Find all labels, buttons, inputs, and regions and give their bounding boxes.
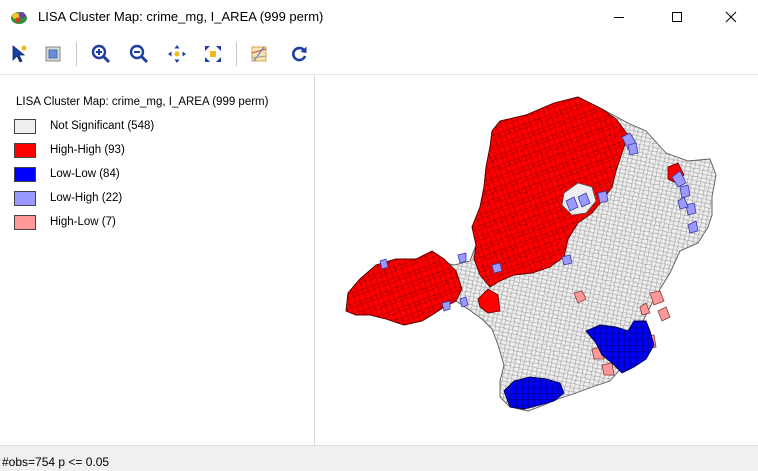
zoom-out-button[interactable]: [126, 41, 152, 67]
map-canvas[interactable]: [316, 75, 758, 445]
zoom-out-icon: [129, 44, 149, 64]
legend-label: High-Low (7): [50, 216, 116, 228]
legend-label: Low-Low (84): [50, 168, 120, 180]
basemap-icon: [251, 46, 267, 62]
close-button[interactable]: [708, 0, 754, 34]
geoda-app-icon: [9, 8, 29, 26]
legend-item-low-low[interactable]: Low-Low (84): [14, 167, 304, 185]
cluster-map[interactable]: [316, 75, 758, 445]
legend-item-not-significant[interactable]: Not Significant (548): [14, 119, 304, 137]
select-arrow-icon: [12, 45, 27, 63]
legend-swatch: [14, 167, 36, 182]
map-toolbar: [0, 34, 758, 75]
refresh-icon: [292, 46, 307, 62]
legend-swatch: [14, 191, 36, 206]
legend-label: Not Significant (548): [50, 120, 155, 132]
legend-title: LISA Cluster Map: crime_mg, I_AREA (999 …: [16, 96, 269, 108]
minimize-icon: [614, 17, 624, 18]
zoom-in-button[interactable]: [88, 41, 114, 67]
legend-swatch: [14, 119, 36, 134]
selectable-fill-icon: [45, 46, 61, 62]
pan-icon: [168, 45, 186, 63]
status-text: #obs=754 p <= 0.05: [2, 455, 110, 469]
minimize-button[interactable]: [596, 0, 642, 34]
fit-to-window-icon: [205, 46, 221, 62]
legend-item-high-low[interactable]: High-Low (7): [14, 215, 304, 233]
legend-panel: LISA Cluster Map: crime_mg, I_AREA (999 …: [0, 75, 315, 445]
title-bar: LISA Cluster Map: crime_mg, I_AREA (999 …: [0, 0, 758, 34]
legend-item-low-high[interactable]: Low-High (22): [14, 191, 304, 209]
legend-swatch: [14, 143, 36, 158]
legend-item-high-high[interactable]: High-High (93): [14, 143, 304, 161]
maximize-button[interactable]: [654, 0, 700, 34]
window-title: LISA Cluster Map: crime_mg, I_AREA (999 …: [38, 9, 324, 24]
legend-label: Low-High (22): [50, 192, 123, 204]
selectable-fill-button[interactable]: [40, 41, 66, 67]
toolbar-separator: [76, 42, 77, 66]
toolbar-separator: [236, 42, 237, 66]
maximize-icon: [672, 12, 682, 22]
select-tool-button[interactable]: [6, 41, 32, 67]
close-icon: [725, 11, 737, 23]
fit-to-window-button[interactable]: [200, 41, 226, 67]
pan-button[interactable]: [164, 41, 190, 67]
zoom-in-icon: [91, 44, 111, 64]
legend-label: High-High (93): [50, 144, 125, 156]
refresh-button[interactable]: [286, 41, 312, 67]
basemap-button[interactable]: [246, 41, 272, 67]
status-bar: #obs=754 p <= 0.05: [0, 445, 758, 471]
legend-swatch: [14, 215, 36, 230]
